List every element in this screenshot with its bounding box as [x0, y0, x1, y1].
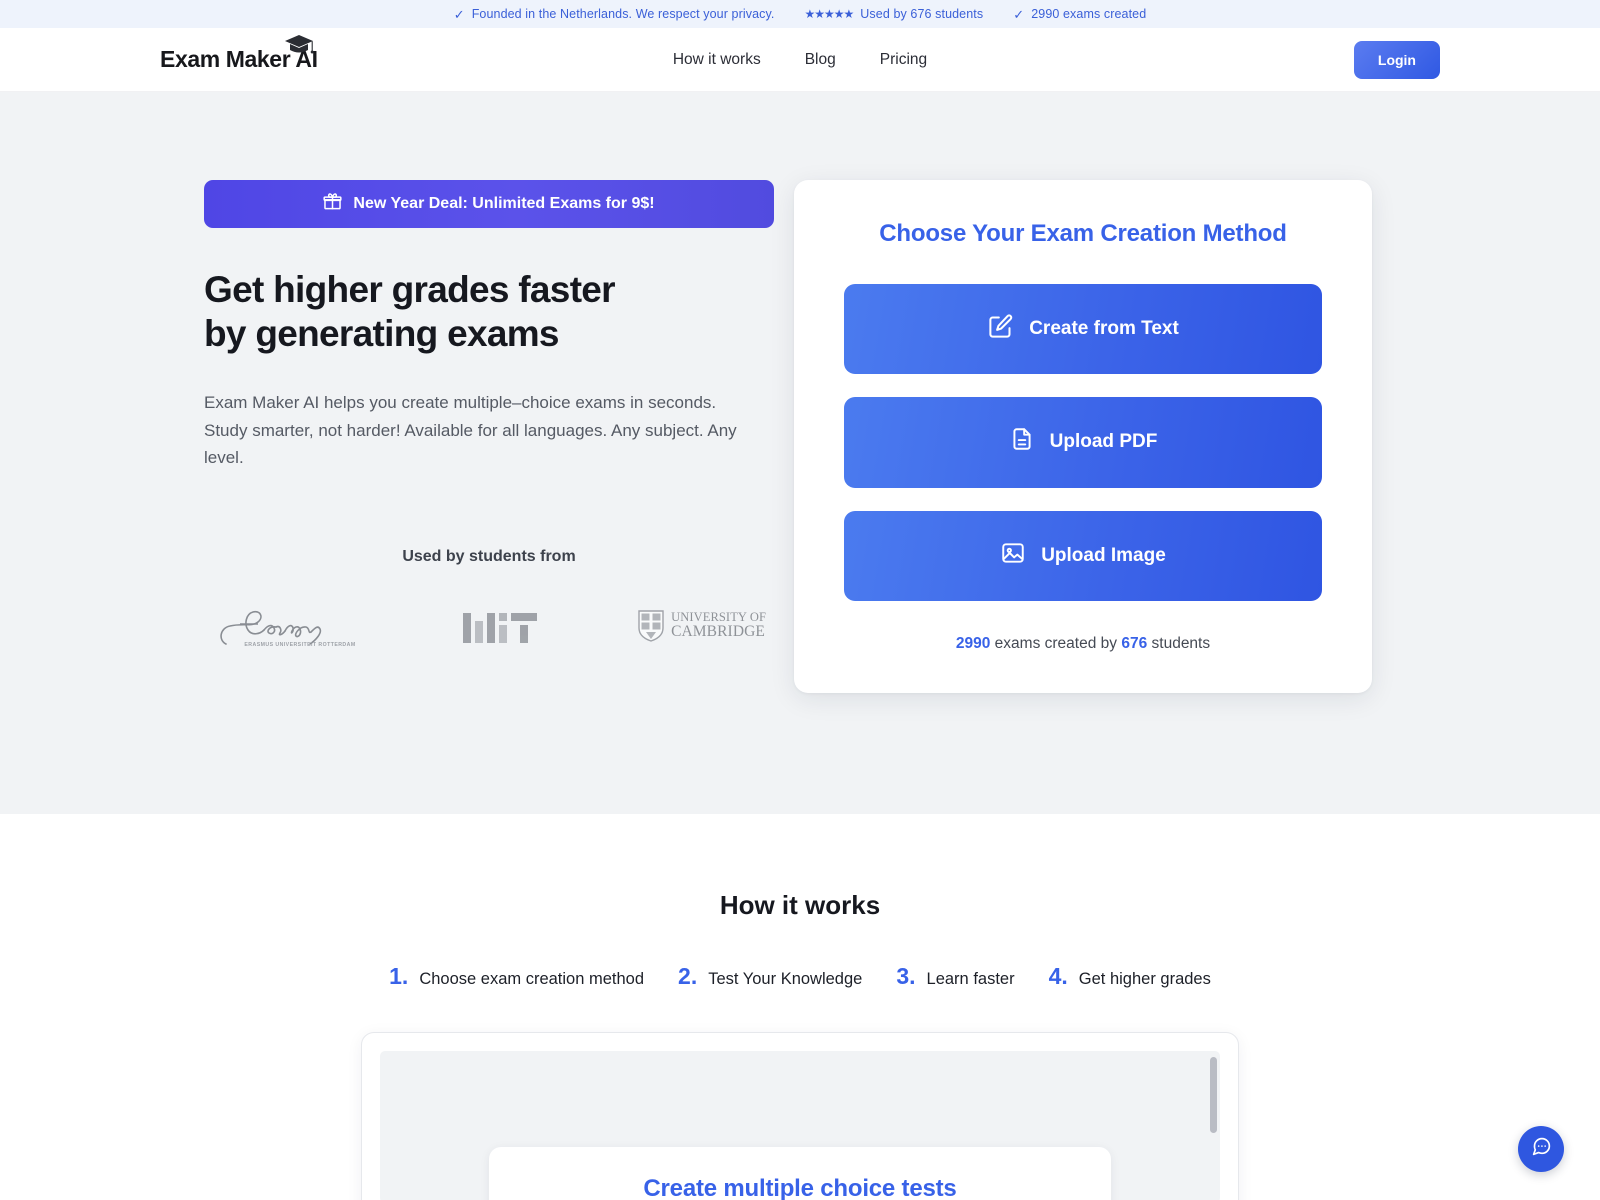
check-icon: ✓ [1013, 6, 1025, 22]
announcement-item-privacy: ✓ Founded in the Netherlands. We respect… [454, 7, 775, 21]
chat-bubble-icon [1531, 1136, 1552, 1162]
new-year-deal-banner[interactable]: New Year Deal: Unlimited Exams for 9$! [204, 180, 774, 228]
cambridge-logo-text: UNIVERSITY OF CAMBRIDGE [671, 610, 766, 641]
exams-created-text: exams created by [994, 634, 1118, 652]
create-from-text-button[interactable]: Create from Text [844, 284, 1322, 375]
mit-logo [463, 609, 538, 643]
hero-left-column: New Year Deal: Unlimited Exams for 9$! G… [160, 180, 774, 814]
method-card-title: Choose Your Exam Creation Method [879, 220, 1287, 247]
cambridge-logo-inner: UNIVERSITY OF CAMBRIDGE [638, 609, 766, 642]
step-item: 2. Test Your Knowledge [678, 963, 862, 990]
create-from-text-label: Create from Text [1029, 318, 1179, 340]
app-preview-viewport: Create multiple choice tests [380, 1051, 1220, 1200]
how-it-works-title: How it works [719, 890, 881, 920]
announcement-privacy-text: Founded in the Netherlands. We respect y… [471, 7, 775, 21]
preview-scrollbar[interactable] [1210, 1057, 1217, 1133]
check-icon: ✓ [453, 6, 465, 22]
exam-stats-line: 2990 exams created by 676 students [844, 635, 1322, 653]
hero-title-line-2: by generating exams [204, 313, 559, 355]
app-preview-frame: Create multiple choice tests [361, 1032, 1239, 1200]
erasmus-logo-subtext: ERASMUS UNIVERSITEIT ROTTERDAM [244, 641, 356, 648]
step-label: Learn faster [926, 970, 1015, 988]
cambridge-logo-line-2: CAMBRIDGE [671, 623, 765, 641]
login-button[interactable]: Login [1353, 40, 1440, 79]
step-label: Test Your Knowledge [708, 970, 863, 988]
hero-section: New Year Deal: Unlimited Exams for 9$! G… [0, 92, 1600, 814]
nav-item-pricing[interactable]: Pricing [880, 51, 927, 69]
step-item: 3. Learn faster [896, 963, 1014, 990]
step-number: 3. [896, 963, 916, 989]
cambridge-crest-icon [638, 609, 664, 642]
hero-subtitle: Exam Maker AI helps you create multiple–… [204, 393, 737, 468]
exams-created-count: 2990 [955, 634, 991, 652]
edit-square-icon [987, 313, 1014, 346]
erasmus-university-logo: ERASMUS UNIVERSITEIT ROTTERDAM [212, 604, 362, 648]
step-item: 1. Choose exam creation method [389, 963, 644, 990]
announcement-item-exams: ✓ 2990 exams created [1013, 7, 1146, 21]
announcement-bar: ✓ Founded in the Netherlands. We respect… [0, 0, 1600, 28]
nav-item-blog[interactable]: Blog [805, 51, 836, 69]
image-icon [1000, 540, 1026, 572]
announcement-students-text: Used by 676 students [860, 7, 984, 21]
announcement-exams-text: 2990 exams created [1031, 7, 1147, 21]
students-count: 676 [1121, 634, 1148, 652]
mit-logo-bars [463, 609, 538, 643]
document-icon [1009, 426, 1035, 458]
step-label: Get higher grades [1078, 970, 1211, 988]
upload-image-label: Upload Image [1041, 544, 1166, 566]
upload-pdf-button[interactable]: Upload PDF [844, 397, 1322, 488]
deal-banner-label: New Year Deal: Unlimited Exams for 9$! [353, 195, 655, 212]
how-it-works-section: How it works 1. Choose exam creation met… [0, 814, 1600, 1200]
exam-creation-method-card: Choose Your Exam Creation Method Create … [794, 180, 1372, 693]
nav-item-how-it-works[interactable]: How it works [673, 51, 761, 69]
logo[interactable]: Exam Maker AI [160, 35, 318, 71]
hero-title-line-1: Get higher grades faster [204, 269, 616, 310]
site-header: Exam Maker AI How it works Blog Pricing … [0, 28, 1600, 92]
how-it-works-steps: 1. Choose exam creation method 2. Test Y… [0, 963, 1600, 990]
cambridge-university-logo: UNIVERSITY OF CAMBRIDGE [638, 609, 766, 642]
graduation-cap-icon [284, 34, 314, 61]
university-logos: ERASMUS UNIVERSITEIT ROTTERDAM UNIVERSIT… [204, 604, 774, 648]
stars-icon: ★★★★★ [804, 7, 855, 21]
used-by-label: Used by students from [402, 547, 576, 565]
announcement-item-rating: ★★★★★ Used by 676 students [805, 7, 984, 21]
hero-title: Get higher grades faster by generating e… [204, 268, 760, 356]
chat-widget-button[interactable] [1518, 1126, 1564, 1172]
step-number: 2. [678, 963, 698, 989]
gift-icon [323, 192, 342, 216]
step-number: 1. [389, 963, 409, 989]
step-label: Choose exam creation method [419, 970, 645, 988]
preview-heading: Create multiple choice tests [643, 1175, 957, 1200]
step-number: 4. [1048, 963, 1068, 989]
upload-image-button[interactable]: Upload Image [844, 510, 1322, 601]
students-text: students [1151, 634, 1211, 652]
upload-pdf-label: Upload PDF [1049, 431, 1158, 453]
step-item: 4. Get higher grades [1049, 963, 1211, 990]
preview-inner-card: Create multiple choice tests [489, 1147, 1111, 1200]
